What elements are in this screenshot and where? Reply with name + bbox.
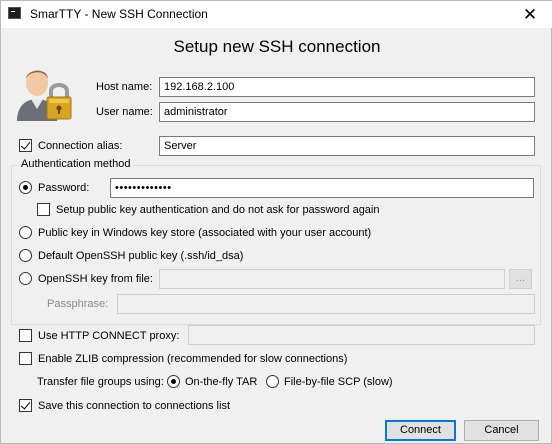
terminal-icon	[8, 7, 21, 19]
user-name-label: User name:	[96, 106, 153, 118]
connection-alias-field[interactable]: Server	[159, 136, 535, 156]
windows-key-store-radio[interactable]	[19, 226, 32, 239]
file-by-file-scp-label: File-by-file SCP (slow)	[284, 376, 393, 388]
dialog-heading: Setup new SSH connection	[173, 37, 381, 56]
on-the-fly-tar-label: On-the-fly TAR	[185, 376, 258, 388]
user-lock-icon	[17, 70, 72, 121]
user-name-field[interactable]: administrator	[159, 102, 535, 122]
passphrase-label: Passphrase:	[47, 298, 109, 310]
http-proxy-label: Use HTTP CONNECT proxy:	[38, 330, 180, 342]
window-title: SmarTTY - New SSH Connection	[30, 7, 208, 21]
new-ssh-connection-dialog: SmarTTY - New SSH Connection ✕ Setup new…	[0, 0, 552, 444]
save-connection-checkbox[interactable]	[19, 399, 32, 412]
openssh-key-file-radio[interactable]	[19, 272, 32, 285]
file-by-file-scp-radio[interactable]	[266, 375, 279, 388]
zlib-compression-label: Enable ZLIB compression (recommended for…	[38, 353, 348, 365]
default-openssh-radio[interactable]	[19, 249, 32, 262]
zlib-compression-checkbox[interactable]	[19, 352, 32, 365]
setup-pubkey-checkbox[interactable]	[37, 203, 50, 216]
title-bar: SmarTTY - New SSH Connection ✕	[1, 1, 552, 28]
transfer-file-groups-label: Transfer file groups using:	[37, 376, 164, 388]
default-openssh-label: Default OpenSSH public key (.ssh/id_dsa)	[38, 250, 244, 262]
host-name-label: Host name:	[96, 81, 153, 93]
openssh-key-file-field[interactable]	[159, 269, 505, 289]
host-name-field[interactable]: 192.168.2.100	[159, 77, 535, 97]
browse-key-file-button[interactable]: ...	[509, 269, 532, 289]
setup-pubkey-label: Setup public key authentication and do n…	[56, 204, 380, 216]
passphrase-field[interactable]	[117, 294, 535, 314]
on-the-fly-tar-radio[interactable]	[167, 375, 180, 388]
authentication-method-title: Authentication method	[19, 158, 133, 170]
password-label: Password:	[38, 182, 90, 194]
cancel-button[interactable]: Cancel	[464, 420, 539, 441]
close-icon[interactable]: ✕	[507, 1, 552, 28]
save-connection-label: Save this connection to connections list	[38, 400, 231, 412]
connect-button[interactable]: Connect	[385, 420, 456, 441]
password-radio[interactable]	[19, 181, 32, 194]
windows-key-store-label: Public key in Windows key store (associa…	[38, 227, 372, 239]
http-proxy-field[interactable]	[188, 325, 535, 345]
http-proxy-checkbox[interactable]	[19, 329, 32, 342]
password-field[interactable]: •••••••••••••	[110, 178, 534, 198]
openssh-key-file-label: OpenSSH key from file:	[38, 273, 153, 285]
connection-alias-label: Connection alias:	[38, 140, 123, 152]
connection-alias-checkbox[interactable]	[19, 139, 32, 152]
